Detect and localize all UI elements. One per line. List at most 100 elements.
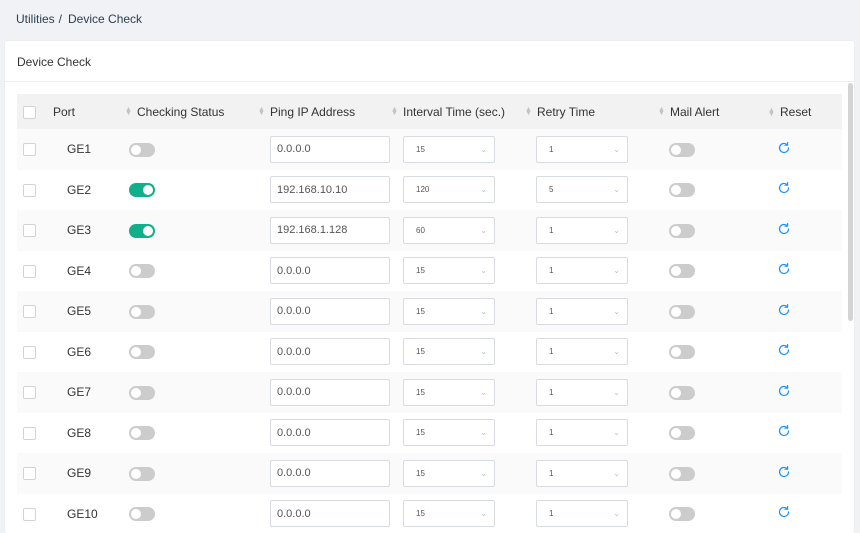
header-mail-alert[interactable]: ▲ ▼ Mail Alert: [658, 94, 768, 129]
row-checkbox[interactable]: [23, 345, 36, 359]
interval-value: 15: [416, 266, 425, 276]
interval-select[interactable]: 15 ⌄: [403, 338, 495, 366]
sort-icon[interactable]: ▲ ▼: [258, 106, 265, 117]
chevron-down-icon: ⌄: [613, 266, 620, 276]
refresh-icon[interactable]: [777, 343, 791, 357]
ping-ip-input[interactable]: 0.0.0.0: [270, 500, 390, 528]
checking-status-toggle[interactable]: [129, 304, 155, 319]
mail-alert-toggle[interactable]: [669, 223, 695, 238]
row-checkbox[interactable]: [23, 305, 36, 319]
row-checkbox[interactable]: [23, 143, 36, 157]
ping-ip-input[interactable]: 0.0.0.0: [270, 297, 390, 325]
vertical-scrollbar[interactable]: [848, 83, 853, 321]
interval-select[interactable]: 15 ⌄: [403, 257, 495, 285]
checking-status-toggle[interactable]: [129, 466, 155, 481]
sort-icon[interactable]: ▲ ▼: [125, 106, 132, 117]
sort-icon[interactable]: ▲ ▼: [658, 106, 665, 117]
row-checkbox[interactable]: [23, 426, 36, 440]
row-checkbox[interactable]: [23, 264, 36, 278]
retry-select[interactable]: 1 ⌄: [536, 419, 628, 447]
ping-ip-input[interactable]: 0.0.0.0: [270, 419, 390, 447]
interval-value: 15: [416, 387, 425, 397]
header-ping-ip[interactable]: ▲ ▼ Ping IP Address: [258, 94, 391, 129]
checking-status-toggle[interactable]: [129, 345, 155, 360]
row-checkbox[interactable]: [23, 507, 36, 521]
refresh-icon[interactable]: [777, 424, 791, 438]
retry-select[interactable]: 1 ⌄: [536, 135, 628, 163]
mail-alert-toggle[interactable]: [669, 385, 695, 400]
ping-ip-input[interactable]: 0.0.0.0: [270, 338, 390, 366]
retry-select[interactable]: 1 ⌄: [536, 216, 628, 244]
refresh-icon[interactable]: [777, 222, 791, 236]
refresh-icon[interactable]: [777, 465, 791, 479]
row-select-cell: [17, 453, 42, 494]
breadcrumb-parent[interactable]: Utilities: [16, 12, 55, 26]
sort-icon[interactable]: ▲ ▼: [391, 106, 398, 117]
interval-select[interactable]: 15 ⌄: [403, 500, 495, 528]
mail-alert-toggle[interactable]: [669, 466, 695, 481]
mail-alert-toggle[interactable]: [669, 507, 695, 522]
checking-status-toggle[interactable]: [129, 183, 155, 198]
chevron-down-icon: ⌄: [613, 185, 620, 195]
checking-status-toggle[interactable]: [129, 385, 155, 400]
interval-select[interactable]: 15 ⌄: [403, 297, 495, 325]
ping-ip-input[interactable]: 0.0.0.0: [270, 135, 390, 163]
select-all-checkbox[interactable]: [23, 105, 36, 119]
header-retry[interactable]: ▲ ▼ Retry Time: [525, 94, 658, 129]
interval-select[interactable]: 60 ⌄: [403, 216, 495, 244]
checking-status-toggle[interactable]: [129, 142, 155, 157]
header-reset[interactable]: ▲ ▼ Reset: [768, 94, 842, 129]
retry-select[interactable]: 1 ⌄: [536, 500, 628, 528]
port-name: GE10: [67, 506, 98, 521]
table-row: GE9 0.0.0.0 15 ⌄ 1 ⌄: [17, 453, 842, 494]
retry-select[interactable]: 5 ⌄: [536, 176, 628, 204]
retry-cell: 1 ⌄: [525, 210, 658, 251]
header-checking-status[interactable]: ▲ ▼ Checking Status: [125, 94, 258, 129]
ping-ip-input[interactable]: 192.168.1.128: [270, 216, 390, 244]
mail-alert-toggle[interactable]: [669, 183, 695, 198]
ping-ip-input[interactable]: 0.0.0.0: [270, 257, 390, 285]
mail-alert-toggle[interactable]: [669, 426, 695, 441]
ping-ip-input[interactable]: 0.0.0.0: [270, 459, 390, 487]
ping-ip-input[interactable]: 192.168.10.10: [270, 176, 390, 204]
interval-select[interactable]: 15 ⌄: [403, 419, 495, 447]
header-port[interactable]: Port: [42, 94, 125, 129]
interval-cell: 15 ⌄: [391, 291, 525, 332]
mail-alert-toggle[interactable]: [669, 142, 695, 157]
retry-select[interactable]: 1 ⌄: [536, 378, 628, 406]
row-checkbox[interactable]: [23, 183, 36, 197]
refresh-icon[interactable]: [777, 303, 791, 317]
refresh-icon[interactable]: [777, 262, 791, 276]
retry-select[interactable]: 1 ⌄: [536, 297, 628, 325]
reset-cell: [768, 494, 842, 533]
chevron-down-icon: ⌄: [480, 347, 487, 357]
checking-status-toggle[interactable]: [129, 507, 155, 522]
retry-select[interactable]: 1 ⌄: [536, 257, 628, 285]
checking-status-toggle[interactable]: [129, 426, 155, 441]
mail-alert-toggle[interactable]: [669, 345, 695, 360]
sort-icon[interactable]: ▲ ▼: [768, 107, 775, 118]
retry-value: 1: [549, 306, 554, 316]
mail-alert-toggle[interactable]: [669, 264, 695, 279]
refresh-icon[interactable]: [777, 141, 791, 155]
interval-select[interactable]: 120 ⌄: [403, 176, 495, 204]
header-interval[interactable]: ▲ ▼ Interval Time (sec.): [391, 94, 525, 129]
row-checkbox[interactable]: [23, 386, 36, 400]
interval-select[interactable]: 15 ⌄: [403, 378, 495, 406]
row-checkbox[interactable]: [23, 224, 36, 238]
row-select-cell: [17, 291, 42, 332]
retry-select[interactable]: 1 ⌄: [536, 459, 628, 487]
chevron-down-icon: ⌄: [480, 509, 487, 519]
interval-select[interactable]: 15 ⌄: [403, 135, 495, 163]
refresh-icon[interactable]: [777, 384, 791, 398]
checking-status-toggle[interactable]: [129, 264, 155, 279]
refresh-icon[interactable]: [777, 181, 791, 195]
checking-status-toggle[interactable]: [129, 223, 155, 238]
row-checkbox[interactable]: [23, 467, 36, 481]
ping-ip-input[interactable]: 0.0.0.0: [270, 378, 390, 406]
interval-select[interactable]: 15 ⌄: [403, 459, 495, 487]
sort-icon[interactable]: ▲ ▼: [525, 106, 532, 117]
refresh-icon[interactable]: [777, 505, 791, 519]
mail-alert-toggle[interactable]: [669, 304, 695, 319]
retry-select[interactable]: 1 ⌄: [536, 338, 628, 366]
